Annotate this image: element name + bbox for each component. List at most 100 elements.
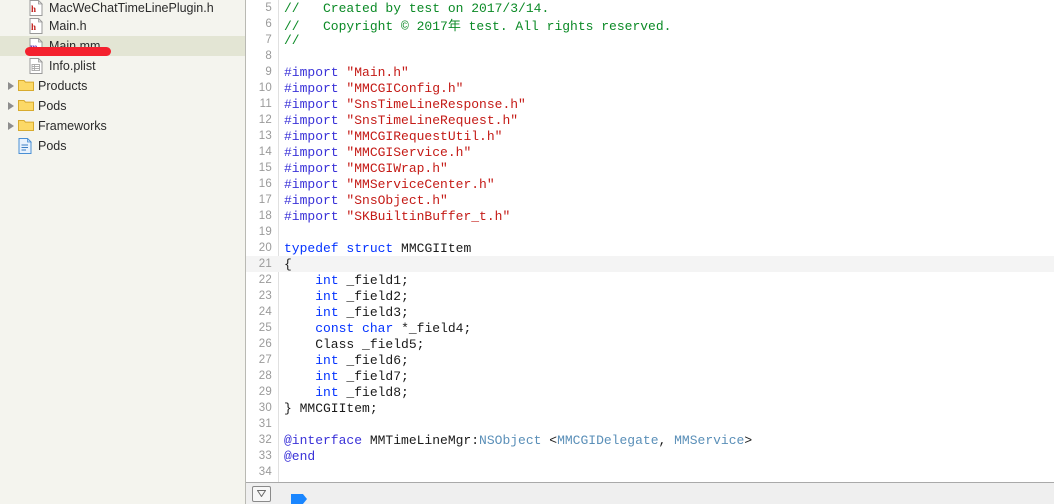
code-text: #import "Main.h" — [278, 65, 409, 80]
code-token: #import — [284, 64, 347, 80]
code-token: @interface — [284, 432, 363, 448]
code-line[interactable]: 7 // — [246, 32, 1054, 48]
code-token: Class _field5; — [284, 336, 425, 352]
sidebar-item-pods[interactable]: Pods — [0, 136, 245, 156]
code-token: // Created by test on 2017/3/14. — [284, 0, 550, 16]
code-line[interactable]: 12 #import "SnsTimeLineRequest.h" — [246, 112, 1054, 128]
code-line[interactable]: 30} MMCGIItem; — [246, 400, 1054, 416]
code-line[interactable]: 22 int _field1; — [246, 272, 1054, 288]
code-line[interactable]: 13 #import "MMCGIRequestUtil.h" — [246, 128, 1054, 144]
code-line[interactable]: 16 #import "MMServiceCenter.h" — [246, 176, 1054, 192]
code-token: #import — [284, 80, 347, 96]
line-number: 29 — [258, 386, 272, 398]
source-editor[interactable]: 5 // Created by test on 2017/3/14. 6 // Cop… — [246, 0, 1054, 504]
sidebar-item-main-h[interactable]: h Main.h — [0, 16, 245, 36]
code-token: _field6; — [338, 352, 409, 368]
code-line[interactable]: 33 @end — [246, 448, 1054, 464]
code-line[interactable]: 28 int _field7; — [246, 368, 1054, 384]
code-text: #import "SnsObject.h" — [278, 193, 448, 208]
project-file-icon — [18, 138, 33, 154]
code-token: "SnsObject.h" — [346, 192, 448, 208]
code-lines[interactable]: 5 // Created by test on 2017/3/14. 6 // Cop… — [246, 0, 1054, 480]
line-number: 24 — [258, 306, 272, 318]
code-line[interactable]: 15 #import "MMCGIWrap.h" — [246, 160, 1054, 176]
svg-text:m: m — [30, 42, 38, 52]
code-line[interactable]: 31 — [246, 416, 1054, 432]
code-line[interactable]: 20 typedef struct MMCGIItem — [246, 240, 1054, 256]
code-line[interactable]: 26 Class _field5; — [246, 336, 1054, 352]
project-navigator-list[interactable]: h MacWeChatTimeLinePlugin.h h Main.h m Main.m… — [0, 0, 245, 156]
line-number: 22 — [258, 274, 272, 286]
code-line[interactable]: 14 #import "MMCGIService.h" — [246, 144, 1054, 160]
code-line[interactable]: 11 #import "SnsTimeLineResponse.h" — [246, 96, 1054, 112]
sidebar-item-info-plist[interactable]: Info.plist — [0, 56, 245, 76]
line-number: 30 — [258, 402, 272, 414]
code-line[interactable]: 6 // Copyright © 2017年 test. All rights r… — [246, 16, 1054, 34]
code-line[interactable]: 23 int _field2; — [246, 288, 1054, 304]
code-line[interactable]: 8 — [246, 48, 1054, 64]
line-number: 8 — [265, 50, 272, 62]
code-text: #import "MMCGIWrap.h" — [278, 161, 448, 176]
code-text: #import "MMCGIConfig.h" — [278, 81, 463, 96]
line-number: 18 — [258, 210, 272, 222]
line-number: 7 — [265, 34, 272, 46]
code-line[interactable]: 29 int _field8; — [246, 384, 1054, 400]
code-text: #import "SKBuiltinBuffer_t.h" — [278, 209, 510, 224]
disclosure-triangle-icon[interactable] — [6, 101, 17, 112]
code-token: MMCGIDelegate — [557, 432, 659, 448]
code-line[interactable]: 19 — [246, 224, 1054, 240]
sidebar-item-macwechattimelineplugin-h[interactable]: h MacWeChatTimeLinePlugin.h — [0, 0, 245, 16]
line-number: 33 — [258, 450, 272, 462]
code-line[interactable]: 25 const char *_field4; — [246, 320, 1054, 336]
sidebar-item-products[interactable]: Products — [0, 76, 245, 96]
code-text: #import "MMCGIService.h" — [278, 145, 471, 160]
code-line[interactable]: 27 int _field6; — [246, 352, 1054, 368]
code-token: int — [315, 384, 339, 400]
code-token: _field1; — [338, 272, 409, 288]
code-token: "MMCGIRequestUtil.h" — [346, 128, 503, 144]
code-text: // — [278, 33, 300, 48]
sidebar-item-main-mm[interactable]: m Main.mm — [0, 36, 245, 56]
code-token: NSObject — [479, 432, 542, 448]
line-number: 9 — [265, 66, 272, 78]
code-line[interactable]: 24 int _field3; — [246, 304, 1054, 320]
code-area[interactable]: 5 // Created by test on 2017/3/14. 6 // Cop… — [246, 0, 1054, 482]
code-token: "MMCGIWrap.h" — [346, 160, 448, 176]
sidebar-item-frameworks[interactable]: Frameworks — [0, 116, 245, 136]
code-token: int — [315, 288, 339, 304]
code-token: #import — [284, 144, 347, 160]
disclosure-triangle-icon[interactable] — [6, 121, 17, 132]
line-number: 31 — [258, 418, 272, 430]
disclosure-triangle-icon[interactable] — [6, 81, 17, 92]
code-line[interactable]: 9 #import "Main.h" — [246, 64, 1054, 80]
code-token: #import — [284, 176, 347, 192]
code-token: int — [315, 368, 339, 384]
folder-icon — [18, 98, 34, 114]
sidebar-item-pods[interactable]: Pods — [0, 96, 245, 116]
folder-icon — [18, 118, 34, 134]
editor-bottom-bar[interactable] — [246, 482, 1054, 504]
code-token: _field2; — [338, 288, 409, 304]
code-line[interactable]: 32 @interface MMTimeLineMgr:NSObject <MMC… — [246, 432, 1054, 448]
code-token: { — [284, 256, 292, 272]
code-token: int — [315, 272, 339, 288]
code-text: #import "SnsTimeLineResponse.h" — [278, 97, 526, 112]
filter-triangle-icon[interactable] — [252, 485, 271, 502]
code-token: > — [744, 432, 753, 448]
code-token: , — [658, 432, 675, 448]
header-file-icon: h — [29, 18, 44, 34]
sidebar-item-label: Main.mm — [49, 38, 101, 53]
code-line[interactable]: 21 { — [246, 256, 1054, 272]
code-text: int _field1; — [278, 273, 409, 288]
code-line[interactable]: 10 #import "MMCGIConfig.h" — [246, 80, 1054, 96]
sidebar-item-label: Pods — [38, 138, 67, 153]
code-token: @end — [284, 448, 316, 464]
code-line[interactable]: 18 #import "SKBuiltinBuffer_t.h" — [246, 208, 1054, 224]
code-text: @interface MMTimeLineMgr:NSObject <MMCGI… — [278, 433, 752, 448]
code-text: // Created by test on 2017/3/14. — [278, 1, 549, 16]
code-line[interactable]: 17 #import "SnsObject.h" — [246, 192, 1054, 208]
project-navigator-sidebar[interactable]: h MacWeChatTimeLinePlugin.h h Main.h m Main.m… — [0, 0, 246, 504]
